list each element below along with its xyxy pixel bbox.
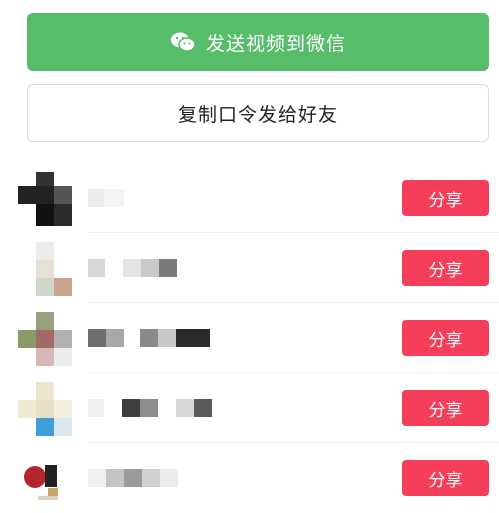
friend-name-blurred	[88, 329, 210, 347]
share-button[interactable]: 分享	[402, 390, 489, 426]
friend-name-blurred	[88, 189, 124, 207]
friend-row: 分享	[0, 443, 499, 513]
friend-name-blurred	[88, 399, 212, 417]
friend-avatar	[18, 382, 72, 436]
friend-name-blurred	[88, 259, 177, 277]
wechat-icon	[170, 31, 196, 53]
friend-avatar	[18, 242, 72, 296]
friend-row: 分享	[0, 373, 499, 443]
send-to-wechat-label: 发送视频到微信	[205, 32, 346, 55]
copy-code-button[interactable]: 复制口令发给好友	[27, 84, 489, 142]
friend-row: 分享	[0, 303, 499, 373]
share-button[interactable]: 分享	[402, 320, 489, 356]
friend-avatar	[18, 312, 72, 366]
share-button[interactable]: 分享	[402, 180, 489, 216]
friend-avatar	[18, 452, 72, 506]
send-to-wechat-button[interactable]: 发送视频到微信	[27, 13, 489, 71]
friend-row: 分享	[0, 163, 499, 233]
share-button[interactable]: 分享	[402, 250, 489, 286]
friend-name-blurred	[88, 469, 178, 487]
share-button[interactable]: 分享	[402, 460, 489, 496]
friend-avatar	[18, 172, 72, 226]
copy-code-label: 复制口令发给好友	[177, 103, 338, 126]
friend-row: 分享	[0, 233, 499, 303]
